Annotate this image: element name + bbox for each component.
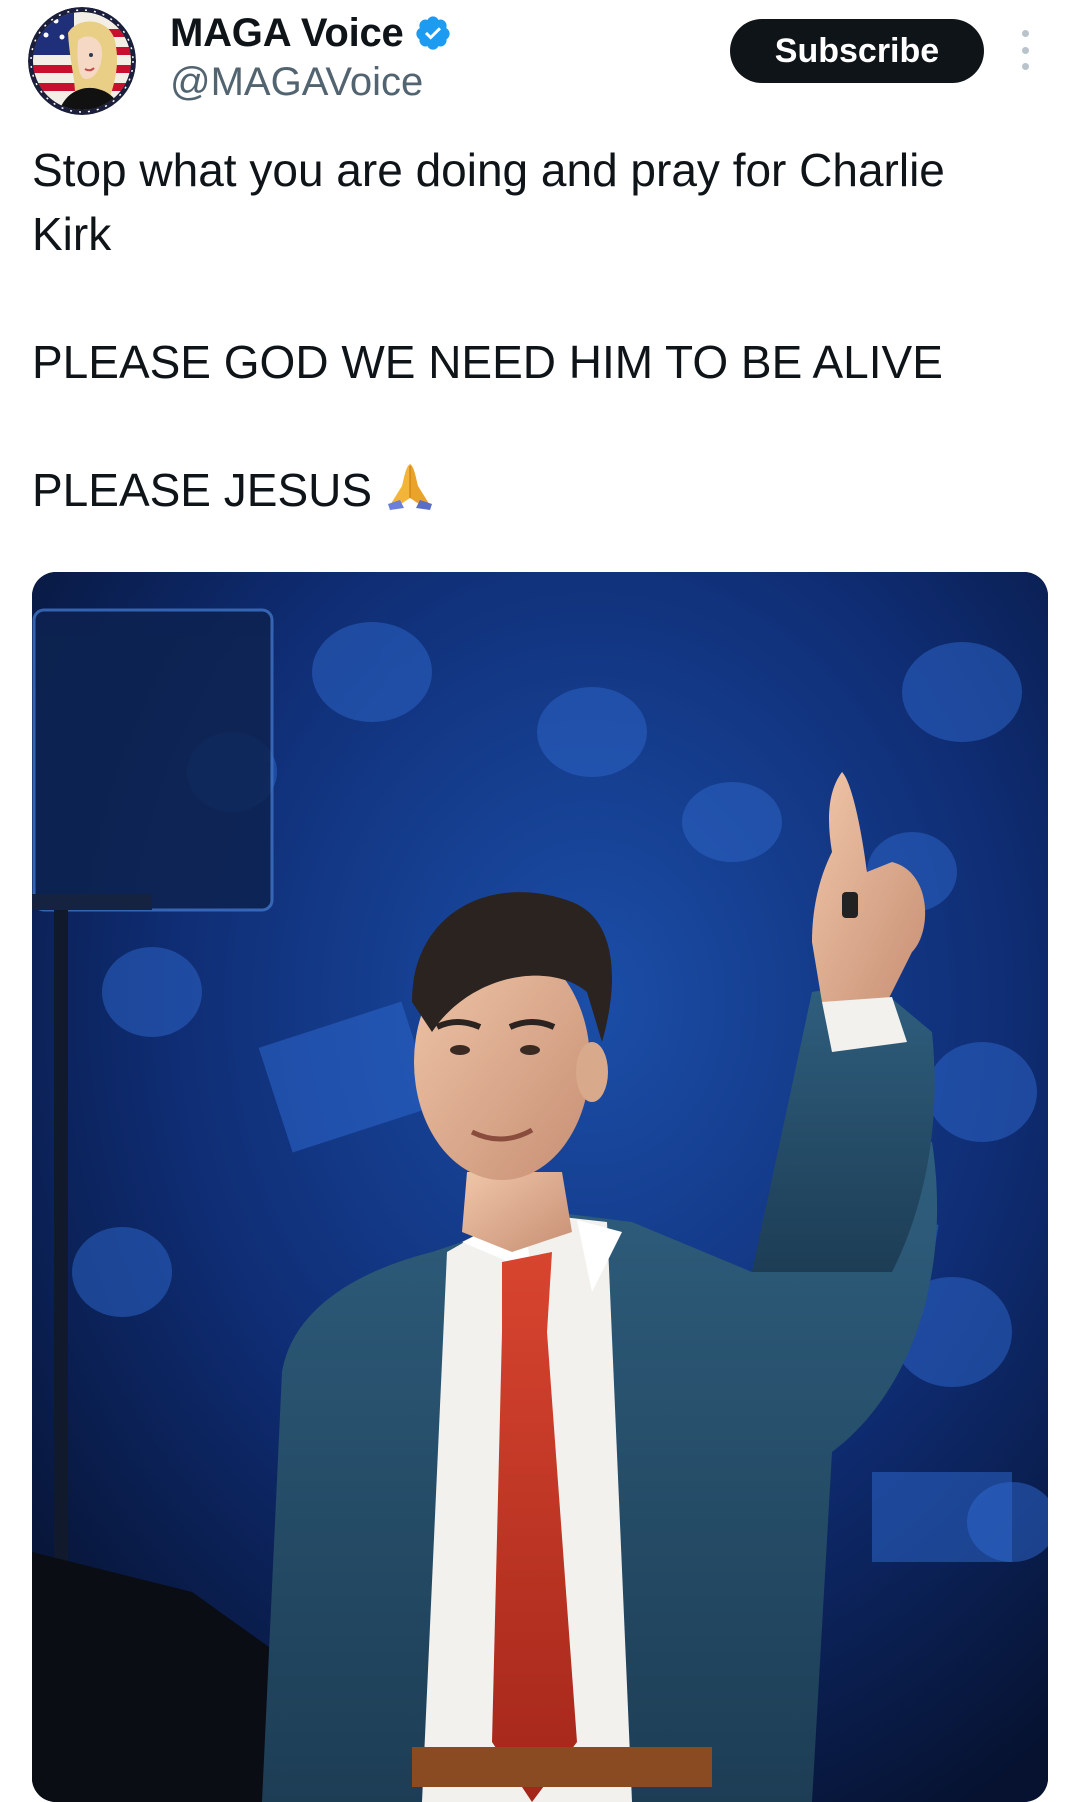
tweet-line-last: PLEASE JESUS bbox=[32, 458, 1052, 522]
tweet-line: Kirk bbox=[32, 208, 112, 260]
subscribe-button[interactable]: Subscribe bbox=[730, 19, 984, 83]
tweet-header: MAGA Voice @MAGAVoice Subscribe bbox=[0, 0, 1080, 120]
tweet-line: PLEASE GOD WE NEED HIM TO BE ALIVE bbox=[32, 336, 943, 388]
verified-badge-icon bbox=[414, 14, 452, 52]
praying-hands-icon bbox=[384, 460, 436, 512]
avatar-image bbox=[28, 7, 136, 115]
avatar[interactable] bbox=[28, 7, 136, 115]
tweet-media-photo[interactable] bbox=[32, 572, 1048, 1802]
author-handle[interactable]: @MAGAVoice bbox=[170, 60, 423, 105]
more-dot bbox=[1021, 63, 1029, 70]
tweet-line: Stop what you are doing and pray for Cha… bbox=[32, 144, 945, 196]
more-dot bbox=[1021, 46, 1029, 54]
tweet-line-text: PLEASE JESUS bbox=[32, 464, 373, 516]
author-name-row[interactable]: MAGA Voice bbox=[170, 10, 452, 56]
photo-illustration bbox=[32, 572, 1048, 1802]
more-options-icon[interactable] bbox=[1014, 30, 1036, 70]
more-dot bbox=[1021, 30, 1029, 37]
author-display-name[interactable]: MAGA Voice bbox=[170, 11, 404, 56]
tweet-body: Stop what you are doing and pray for Cha… bbox=[32, 138, 1052, 522]
